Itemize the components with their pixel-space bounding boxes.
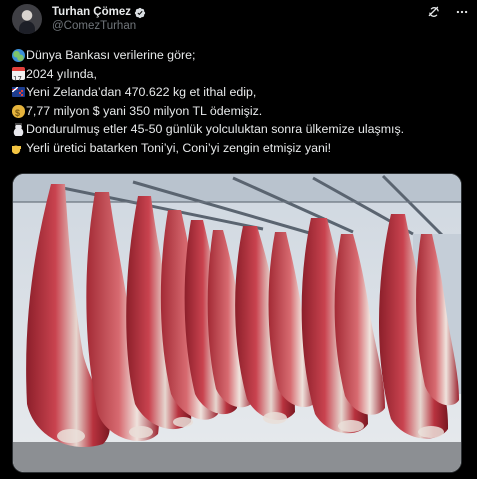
new-zealand-flag-icon [12,87,25,98]
globe-icon [12,48,25,62]
tweet-line: Dondurulmuş etler 45-50 günlük yolculukt… [12,120,469,139]
tweet-line: Dünya Bankası verilerine göre; [12,46,469,65]
more-icon[interactable] [455,5,469,19]
display-name[interactable]: Turhan Çömez [52,6,131,18]
pointing-hand-icon [12,141,25,155]
calendar-icon [12,67,25,89]
tweet-line-text: Dünya Bankası verilerine göre; [26,48,196,62]
tweet: Turhan Çömez @ComezTurhan Dünya Bankası … [0,0,477,479]
author-info: Turhan Çömez @ComezTurhan [52,5,146,32]
handle[interactable]: @ComezTurhan [52,20,146,32]
avatar[interactable] [12,4,42,34]
money-bag-icon [12,104,25,122]
tweet-text: Dünya Bankası verilerine göre; 2024 yılı… [12,46,469,158]
tweet-line-text: 7,77 milyon $ yani 350 milyon TL ödemişi… [26,103,263,118]
tweet-media-photo[interactable] [12,173,462,473]
verified-badge-icon [134,6,146,19]
tweet-line: Yeni Zelanda’dan 470.622 kg et ithal edi… [12,83,469,102]
tweet-line-text: 2024 yılında, [26,66,97,81]
meat-carcasses-image [13,174,461,472]
tweet-header: Turhan Çömez @ComezTurhan [12,4,469,34]
tweet-line-text: Yeni Zelanda’dan 470.622 kg et ithal edi… [26,85,257,100]
tweet-line: 2024 yılında, [12,65,469,89]
tweet-line-text: Dondurulmuş etler 45-50 günlük yolculukt… [26,122,405,137]
snowman-icon [12,123,25,137]
grok-icon[interactable] [427,5,441,19]
tweet-line: 7,77 milyon $ yani 350 milyon TL ödemişi… [12,102,469,122]
tweet-line: Yerli üretici batarken Toni’yi, Coni’yi … [12,139,469,158]
tweet-line-text: Yerli üretici batarken Toni’yi, Coni’yi … [26,140,332,155]
header-actions [427,5,469,19]
display-name-row: Turhan Çömez [52,5,146,19]
